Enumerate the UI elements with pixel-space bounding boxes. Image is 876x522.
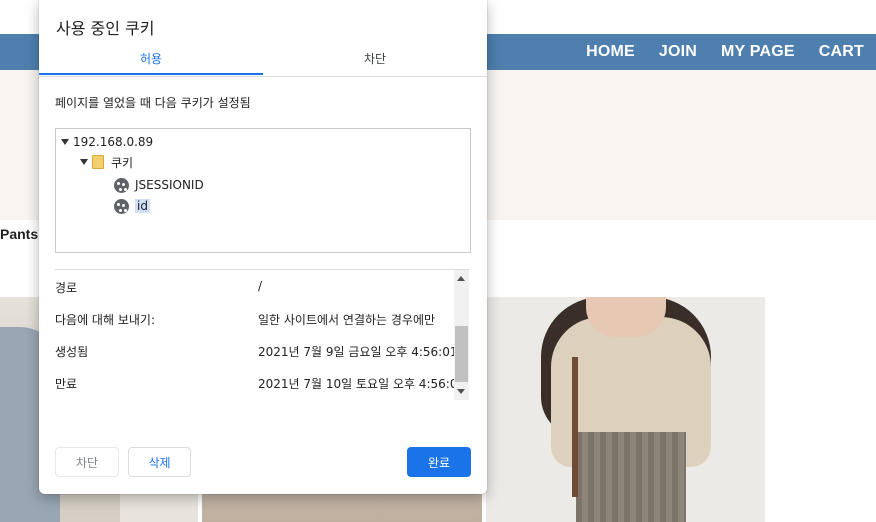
active-tab-indicator: [39, 73, 263, 75]
detail-label: 경로: [55, 281, 78, 295]
folder-icon: [92, 155, 104, 169]
cookie-name: id: [135, 199, 150, 213]
tab-blocked[interactable]: 차단: [263, 47, 487, 75]
folder-label: 쿠키: [111, 155, 134, 170]
model-skirt: [576, 432, 686, 522]
delete-button[interactable]: 삭제: [128, 447, 191, 477]
product-image-3[interactable]: [486, 297, 765, 522]
dialog-title: 사용 중인 쿠키: [56, 19, 155, 38]
model-face: [586, 297, 666, 337]
cookie-details: 경로 / 다음에 대해 보내기: 일한 사이트에서 연결하는 경우에만 생성됨 …: [55, 269, 469, 400]
scroll-down-icon[interactable]: [457, 389, 465, 394]
tree-expand-icon[interactable]: [61, 139, 69, 145]
scrollbar-thumb[interactable]: [455, 326, 468, 382]
tree-node-folder[interactable]: 쿠키: [80, 152, 133, 172]
section-label: Pants: [0, 226, 39, 242]
nav-home-link[interactable]: HOME: [586, 43, 635, 61]
detail-value: 일한 사이트에서 연결하는 경우에만: [258, 313, 436, 327]
cookies-description: 페이지를 열었을 때 다음 쿠키가 설정됨: [55, 96, 251, 110]
detail-value: /: [258, 279, 263, 293]
cookie-tree[interactable]: 192.168.0.89 쿠키 JSESSIONID id: [55, 128, 471, 253]
bag-strap: [572, 357, 578, 497]
detail-label: 만료: [55, 377, 78, 391]
done-button[interactable]: 완료: [407, 447, 471, 477]
tree-node-cookie-selected[interactable]: id: [114, 196, 150, 216]
cookie-name: JSESSIONID: [135, 178, 204, 192]
details-scrollbar[interactable]: [454, 270, 469, 400]
detail-label: 다음에 대해 보내기:: [55, 313, 155, 327]
detail-row-send-for: 다음에 대해 보내기: 일한 사이트에서 연결하는 경우에만: [55, 311, 455, 331]
tree-node-cookie[interactable]: JSESSIONID: [114, 175, 204, 195]
nav-mypage-link[interactable]: MY PAGE: [721, 43, 795, 61]
detail-row-created: 생성됨 2021년 7월 9일 금요일 오후 4:56:01: [55, 343, 455, 363]
tree-expand-icon[interactable]: [80, 159, 88, 165]
cookies-dialog: 사용 중인 쿠키 허용 차단 페이지를 열었을 때 다음 쿠키가 설정됨 192…: [39, 0, 487, 494]
detail-value: 2021년 7월 9일 금요일 오후 4:56:01: [258, 345, 455, 359]
detail-label: 생성됨: [55, 345, 89, 359]
cookie-icon: [114, 177, 129, 193]
block-button[interactable]: 차단: [55, 447, 119, 477]
nav-cart-link[interactable]: CART: [819, 43, 864, 61]
host-label: 192.168.0.89: [73, 135, 154, 149]
detail-row-path: 경로 /: [55, 279, 455, 299]
scroll-up-icon[interactable]: [457, 276, 465, 281]
tree-node-host[interactable]: 192.168.0.89: [61, 132, 153, 152]
tab-allowed[interactable]: 허용: [39, 47, 263, 75]
dialog-tabs: 허용 차단: [39, 47, 487, 77]
nav-links: HOME JOIN MY PAGE CART: [586, 34, 864, 70]
cookie-icon: [114, 198, 129, 214]
nav-join-link[interactable]: JOIN: [659, 43, 697, 61]
detail-row-expires: 만료 2021년 7월 10일 토요일 오후 4:56:0: [55, 375, 455, 395]
detail-value: 2021년 7월 10일 토요일 오후 4:56:0: [258, 377, 455, 391]
